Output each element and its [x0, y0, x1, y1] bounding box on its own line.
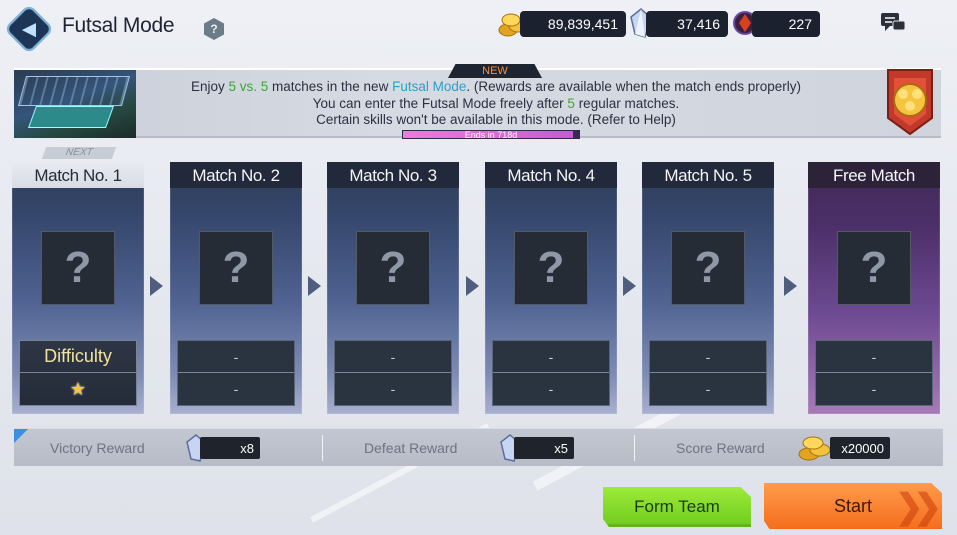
- question-mark-icon: ?: [837, 231, 911, 305]
- gold-coins-icon: [798, 436, 831, 461]
- help-button[interactable]: ?: [204, 18, 224, 40]
- futsal-arena-image: [14, 70, 136, 138]
- question-mark-icon: ?: [199, 231, 273, 305]
- match-info-top: -: [335, 341, 451, 373]
- match-card-title: Match No. 4: [485, 162, 617, 188]
- match-info-bottom: -: [548, 381, 554, 397]
- victory-reward-value: x8: [200, 437, 260, 459]
- match-card-4[interactable]: Match No. 4 ? - -: [485, 162, 617, 414]
- star-icon: ★: [69, 378, 87, 399]
- match-card-3[interactable]: Match No. 3 ? - -: [327, 162, 459, 414]
- match-card-1[interactable]: Match No. 1 ? Difficulty ★: [12, 162, 144, 414]
- question-mark-icon: ?: [514, 231, 588, 305]
- back-arrow-icon: ◀: [22, 18, 36, 39]
- match-card-title: Match No. 3: [327, 162, 459, 188]
- match-info-top: -: [816, 341, 932, 373]
- match-card-2[interactable]: Match No. 2 ? - -: [170, 162, 302, 414]
- new-badge: NEW: [448, 64, 542, 78]
- match-info-bottom: -: [390, 381, 396, 397]
- match-card-title: Match No. 1: [12, 162, 144, 188]
- victory-reward-label: Victory Reward: [50, 440, 145, 456]
- start-button[interactable]: Start ❯❯: [764, 483, 942, 529]
- defeat-reward-label: Defeat Reward: [364, 440, 458, 456]
- match-info-box: - -: [177, 340, 295, 406]
- match-card-title: Free Match: [808, 162, 940, 188]
- score-reward-value: x20000: [830, 437, 890, 459]
- chevron-right-icon: [784, 276, 797, 296]
- chevron-right-icon: [623, 276, 636, 296]
- chevron-right-icon: [308, 276, 321, 296]
- match-info-box: - -: [649, 340, 767, 406]
- form-team-button[interactable]: Form Team: [603, 487, 751, 527]
- match-card-5[interactable]: Match No. 5 ? - -: [642, 162, 774, 414]
- match-info-bottom: -: [871, 381, 877, 397]
- start-button-label: Start: [833, 495, 872, 516]
- match-info-box: - -: [492, 340, 610, 406]
- double-chevron-icon: ❯❯: [895, 488, 942, 526]
- chevron-right-icon: [150, 276, 163, 296]
- question-mark-icon: ?: [356, 231, 430, 305]
- back-button[interactable]: ◀: [3, 3, 55, 55]
- match-info-bottom: -: [233, 381, 239, 397]
- difficulty-box: Difficulty ★: [19, 340, 137, 406]
- reward-strip: Victory Reward x8 Defeat Reward x5 Score…: [14, 428, 943, 466]
- gold-balance: 89,839,451: [520, 11, 626, 37]
- match-card-title: Match No. 5: [642, 162, 774, 188]
- match-card-title: Match No. 2: [170, 162, 302, 188]
- page-title: Futsal Mode: [62, 14, 175, 37]
- reward-coins-icon[interactable]: [880, 68, 940, 138]
- event-timer: Ends in 718d: [402, 130, 580, 140]
- match-info-top: -: [493, 341, 609, 373]
- chevron-right-icon: [466, 276, 479, 296]
- match-info-box: - -: [815, 340, 933, 406]
- match-info-top: -: [178, 341, 294, 373]
- gem-balance: 227: [752, 11, 820, 37]
- match-info-box: - -: [334, 340, 452, 406]
- banner-description: Enjoy 5 vs. 5 matches in the new Futsal …: [190, 79, 802, 127]
- defeat-reward-value: x5: [514, 437, 574, 459]
- question-mark-icon: ?: [41, 231, 115, 305]
- difficulty-label: Difficulty: [20, 341, 136, 373]
- event-banner: Enjoy 5 vs. 5 matches in the new Futsal …: [14, 68, 941, 138]
- match-info-top: -: [650, 341, 766, 373]
- question-mark-icon: ?: [671, 231, 745, 305]
- free-match-card[interactable]: Free Match ? - -: [808, 162, 940, 414]
- next-match-indicator: NEXT: [41, 147, 117, 159]
- chat-icon[interactable]: [880, 12, 906, 34]
- match-info-bottom: -: [705, 381, 711, 397]
- crystal-balance: 37,416: [646, 11, 728, 37]
- score-reward-label: Score Reward: [676, 440, 765, 456]
